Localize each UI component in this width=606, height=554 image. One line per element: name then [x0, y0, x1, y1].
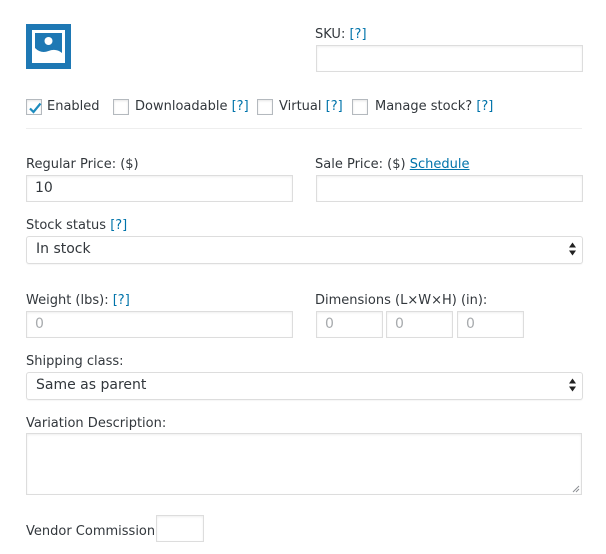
virtual-help-icon[interactable]: [?] [326, 99, 343, 114]
sku-label-text: SKU: [315, 27, 346, 42]
manage-stock-label: Manage stock? [?] [375, 99, 493, 115]
dimension-height-input[interactable]: 0 [457, 311, 524, 338]
downloadable-label: Downloadable [?] [135, 99, 249, 115]
dimensions-label: Dimensions (L×W×H) (in): [315, 293, 488, 308]
sku-input[interactable] [316, 45, 583, 72]
image-placeholder-icon [26, 24, 71, 69]
downloadable-help-icon[interactable]: [?] [232, 99, 249, 114]
downloadable-label-text: Downloadable [135, 99, 228, 114]
shipping-class-select[interactable]: Same as parent [26, 372, 583, 400]
stock-status-selected-value: In stock [36, 241, 91, 257]
weight-label: Weight (lbs): [?] [26, 293, 130, 309]
manage-stock-label-text: Manage stock? [375, 99, 473, 114]
sale-price-label-text: Sale Price: ($) [315, 157, 406, 172]
sale-price-input[interactable] [316, 175, 583, 202]
vendor-commission-input[interactable] [156, 515, 204, 542]
select-arrows-icon [569, 378, 576, 392]
resize-handle-icon[interactable] [572, 485, 580, 493]
dimension-width-input[interactable]: 0 [386, 311, 453, 338]
stock-status-label: Stock status [?] [26, 218, 127, 234]
shipping-class-label: Shipping class: [26, 354, 124, 369]
sku-label: SKU: [?] [315, 27, 367, 43]
variation-description-textarea[interactable] [26, 433, 582, 495]
variation-image-thumbnail[interactable] [26, 24, 71, 69]
regular-price-input[interactable]: 10 [26, 175, 293, 202]
virtual-label: Virtual [?] [279, 99, 343, 115]
weight-input[interactable]: 0 [26, 311, 293, 338]
weight-help-icon[interactable]: [?] [113, 293, 130, 308]
virtual-checkbox[interactable] [257, 99, 273, 115]
vendor-commission-label: Vendor Commission: [26, 524, 160, 539]
sale-price-label: Sale Price: ($) Schedule [315, 157, 470, 173]
stock-status-help-icon[interactable]: [?] [110, 218, 127, 233]
divider [26, 128, 582, 129]
regular-price-label: Regular Price: ($) [26, 157, 139, 172]
enabled-label: Enabled [47, 99, 100, 114]
sku-help-icon[interactable]: [?] [349, 27, 366, 42]
select-arrows-icon [569, 242, 576, 256]
schedule-link[interactable]: Schedule [410, 157, 470, 172]
stock-status-label-text: Stock status [26, 218, 107, 233]
shipping-class-selected-value: Same as parent [36, 377, 147, 393]
checkmark-icon [29, 102, 42, 114]
weight-label-text: Weight (lbs): [26, 293, 109, 308]
stock-status-select[interactable]: In stock [26, 236, 583, 264]
virtual-label-text: Virtual [279, 99, 322, 114]
downloadable-checkbox[interactable] [113, 99, 129, 115]
enabled-checkbox[interactable] [26, 99, 42, 115]
dimension-length-input[interactable]: 0 [316, 311, 383, 338]
manage-stock-help-icon[interactable]: [?] [476, 99, 493, 114]
manage-stock-checkbox[interactable] [352, 99, 368, 115]
variation-description-label: Variation Description: [26, 416, 167, 431]
